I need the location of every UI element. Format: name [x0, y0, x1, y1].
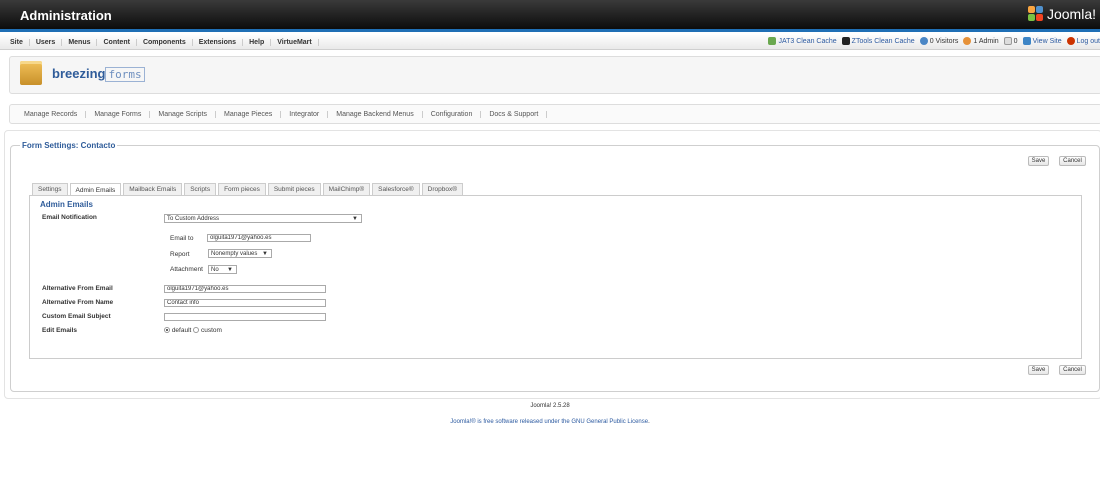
mail-icon — [1003, 37, 1012, 45]
menu-virtuemart[interactable]: VirtueMart — [271, 39, 319, 46]
tab-form-pieces[interactable]: Form pieces — [218, 183, 266, 195]
nav-docs-support[interactable]: Docs & Support — [481, 110, 548, 118]
breezingforms-logo: breezing forms — [20, 61, 145, 85]
nav-configuration[interactable]: Configuration — [423, 110, 482, 118]
logout-icon — [1066, 37, 1075, 45]
menu-users[interactable]: Users — [30, 39, 63, 46]
joomla-logo: Joomla! — [1027, 6, 1096, 22]
cancel-button-top[interactable]: Cancel — [1059, 156, 1086, 166]
joomla-logo-icon — [1027, 6, 1044, 22]
component-nav: Manage Records Manage Forms Manage Scrip… — [9, 104, 1100, 124]
footer-license: Joomla!® is free software released under… — [450, 419, 650, 425]
tab-salesforce[interactable]: Salesforce® — [372, 183, 420, 195]
dropdown-arrow-icon: ▼ — [352, 215, 358, 222]
alt-from-name-label: Alternative From Name — [42, 299, 114, 306]
component-header: breezing forms — [9, 56, 1100, 94]
menu-site[interactable]: Site — [8, 39, 30, 46]
logo-text-bold: breezing — [52, 65, 106, 81]
save-button-bottom[interactable]: Save — [1028, 365, 1049, 375]
menu-extensions[interactable]: Extensions — [193, 39, 244, 46]
alt-from-email-label: Alternative From Email — [42, 285, 113, 292]
radio-custom[interactable] — [193, 327, 200, 334]
edit-emails-options: default custom — [164, 327, 222, 334]
menu-menus[interactable]: Menus — [62, 39, 98, 46]
email-to-label: Email to — [170, 235, 194, 242]
nav-manage-backend-menus[interactable]: Manage Backend Menus — [328, 110, 423, 118]
tab-mailchimp[interactable]: MailChimp® — [322, 183, 371, 195]
ztools-icon — [841, 37, 850, 45]
menu-content[interactable]: Content — [97, 39, 137, 46]
email-notification-select[interactable]: To Custom Address ▼ — [164, 214, 362, 223]
email-notification-label: Email Notification — [42, 214, 97, 221]
email-to-field[interactable]: olguita1971@yahoo.es — [207, 234, 311, 242]
header-title: Administration — [20, 8, 112, 23]
section-title: Admin Emails — [40, 200, 93, 209]
nav-manage-pieces[interactable]: Manage Pieces — [216, 110, 282, 118]
view-site-link[interactable]: View Site — [1022, 37, 1062, 45]
attachment-label: Attachment — [170, 266, 203, 273]
messages-count[interactable]: 0 — [1003, 37, 1018, 45]
radio-default[interactable] — [164, 327, 170, 334]
gnu-gpl-link[interactable]: GNU General Public License — [571, 419, 648, 425]
joomla-brand-text: Joomla! — [1046, 6, 1096, 22]
logo-text-thin: forms — [105, 66, 145, 82]
logout-link[interactable]: Log out — [1066, 37, 1100, 45]
joomla-link[interactable]: Joomla!® is free software released under… — [450, 419, 571, 425]
alt-from-name-field[interactable]: Contact info — [164, 299, 326, 307]
alt-from-email-field[interactable]: olguita1971@yahoo.es — [164, 285, 326, 293]
monitor-icon — [1022, 37, 1031, 45]
nav-manage-forms[interactable]: Manage Forms — [86, 110, 151, 118]
recycle-icon — [768, 37, 777, 45]
custom-subject-field[interactable] — [164, 313, 326, 321]
tab-settings[interactable]: Settings — [32, 183, 68, 195]
jat3-clean-cache-link[interactable]: JAT3 Clean Cache — [768, 37, 837, 45]
nav-integrator[interactable]: Integrator — [281, 110, 329, 118]
admin-icon — [963, 37, 972, 45]
ztools-clean-cache-link[interactable]: ZTools Clean Cache — [841, 37, 915, 45]
report-select[interactable]: Nonempty values ▼ — [208, 249, 272, 258]
tab-mailback-emails[interactable]: Mailback Emails — [123, 183, 183, 195]
menu-help[interactable]: Help — [243, 39, 272, 46]
nav-manage-scripts[interactable]: Manage Scripts — [150, 110, 217, 118]
cancel-button-bottom[interactable]: Cancel — [1059, 365, 1086, 375]
admin-header: Administration Joomla! — [0, 0, 1100, 32]
admin-menubar: Site Users Menus Content Components Exte… — [0, 35, 1100, 50]
menu-components[interactable]: Components — [137, 39, 193, 46]
report-label: Report — [170, 251, 190, 258]
form-settings-legend: Form Settings: Contacto — [20, 141, 118, 150]
users-icon — [919, 37, 928, 45]
tab-dropbox[interactable]: Dropbox® — [421, 183, 464, 195]
visitors-count: 0 Visitors — [919, 37, 958, 45]
admins-count: 1 Admin — [963, 37, 999, 45]
dropdown-arrow-icon: ▼ — [227, 266, 233, 273]
attachment-select[interactable]: No ▼ — [208, 265, 237, 274]
tab-submit-pieces[interactable]: Submit pieces — [267, 183, 321, 195]
dropdown-arrow-icon: ▼ — [262, 250, 268, 257]
box-icon — [20, 61, 42, 85]
save-button-top[interactable]: Save — [1028, 156, 1049, 166]
edit-emails-label: Edit Emails — [42, 327, 78, 334]
footer-version: Joomla! 2.5.28 — [530, 403, 570, 409]
nav-manage-records[interactable]: Manage Records — [16, 110, 87, 118]
custom-subject-label: Custom Email Subject — [42, 313, 111, 320]
tab-scripts[interactable]: Scripts — [184, 183, 217, 195]
